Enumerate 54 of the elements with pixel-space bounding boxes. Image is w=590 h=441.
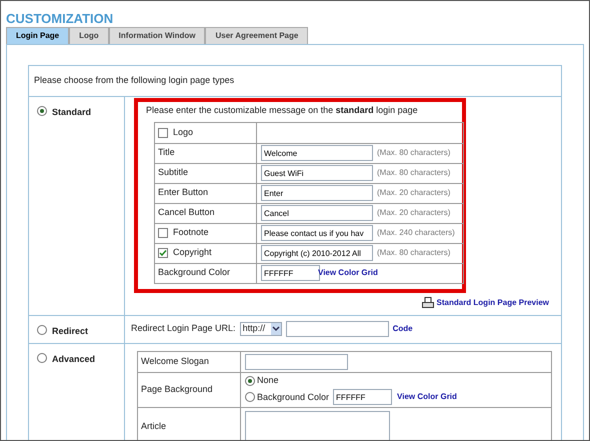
hint-text: (Max. 80 characters)	[377, 167, 450, 179]
field-label: Copyright	[173, 246, 212, 260]
radio-button[interactable]	[37, 324, 47, 334]
text-field[interactable]	[245, 354, 348, 370]
field-label: Subtitle	[158, 166, 188, 180]
view-color-grid-link[interactable]: View Color Grid	[318, 267, 378, 279]
tab[interactable]: Logo	[69, 27, 109, 44]
message-text: Please enter the customizable message on the standard login page	[146, 104, 419, 117]
radio-button[interactable]	[37, 352, 47, 362]
option-label: Advanced	[52, 352, 96, 366]
tab[interactable]: Information Window	[108, 27, 206, 44]
radio-button[interactable]	[245, 376, 255, 386]
text-field[interactable]: Cancel	[261, 205, 373, 221]
page-title: CUSTOMIZATION	[5, 10, 114, 27]
field-label: Footnote	[173, 226, 209, 240]
view-color-grid-link[interactable]: View Color Grid	[397, 391, 457, 404]
text-field[interactable]: FFFFFF	[333, 389, 392, 406]
hint-text: (Max. 20 characters)	[377, 207, 450, 219]
protocol-dropdown[interactable]: http://	[240, 322, 282, 336]
code-link[interactable]: Code	[392, 323, 413, 335]
checkbox[interactable]	[158, 128, 168, 138]
checkbox[interactable]	[158, 248, 168, 258]
text-field[interactable]: Please contact us if you hav	[261, 225, 373, 241]
checkbox[interactable]	[158, 228, 168, 238]
text-field[interactable]: Enter	[261, 185, 373, 201]
field-label: Page Background	[141, 382, 213, 396]
printer-icon	[422, 296, 434, 308]
option-label: Background Color	[257, 390, 330, 404]
field-label: Article	[141, 420, 166, 432]
tab[interactable]: Login Page	[6, 27, 70, 44]
option-label: Standard	[52, 106, 92, 119]
chevron-down-icon	[270, 323, 281, 335]
field-label: Welcome Slogan	[141, 354, 209, 368]
option-label: Redirect	[52, 324, 88, 338]
text-field[interactable]: Guest WiFi	[261, 165, 373, 181]
text-field[interactable]: Copyright (c) 2010-2012 All	[261, 245, 373, 261]
hint-text: (Max. 20 characters)	[377, 187, 450, 199]
option-label: None	[257, 374, 279, 387]
field-label: Logo	[173, 126, 194, 139]
preview-link[interactable]: Standard Login Page Preview	[436, 296, 549, 308]
radio-button[interactable]	[245, 392, 255, 402]
field-label: Title	[158, 146, 175, 160]
tab[interactable]: User Agreement Page	[205, 27, 308, 44]
field-label: Redirect Login Page URL:	[131, 322, 236, 336]
instruction-text: Please choose from the following login page types	[34, 74, 234, 88]
hint-text: (Max. 80 characters)	[377, 147, 450, 159]
field-label: Background Color	[158, 266, 230, 280]
field-label: Cancel Button	[158, 206, 215, 220]
text-field[interactable]	[286, 321, 389, 337]
field-label: Enter Button	[158, 186, 208, 200]
hint-text: (Max. 80 characters)	[377, 247, 450, 259]
hint-text: (Max. 240 characters)	[377, 227, 455, 239]
text-field[interactable]: Welcome	[261, 145, 373, 161]
radio-button[interactable]	[37, 106, 47, 116]
